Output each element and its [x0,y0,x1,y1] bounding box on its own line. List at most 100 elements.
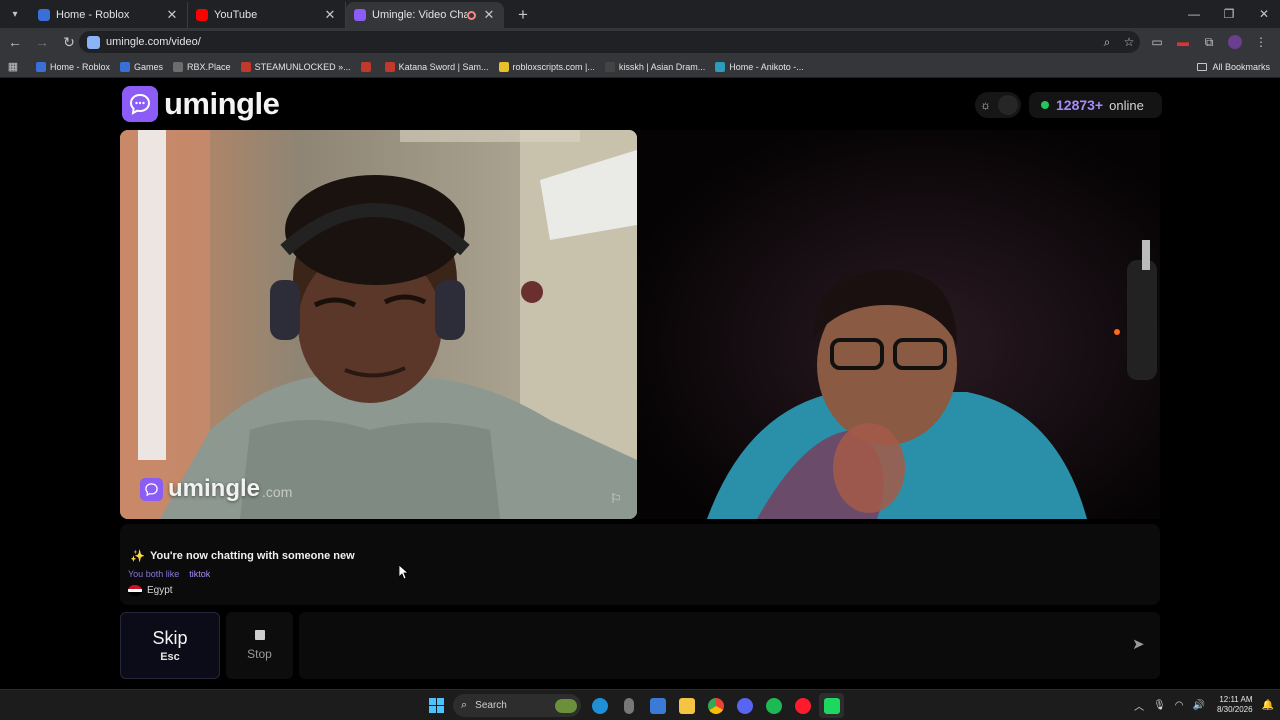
edge-app-icon[interactable] [587,693,612,718]
umingle-watermark: umingle .com [140,475,292,503]
tab-youtube[interactable]: YouTube ✕ [188,2,346,28]
more-menu-icon[interactable]: ⋮ [1248,35,1274,49]
shared-interest-label: You both like [128,569,180,579]
spotify-app-icon[interactable] [761,693,786,718]
stop-label: Stop [247,647,272,661]
bookmark-item[interactable]: Katana Sword | Sam... [384,61,489,72]
bookmarks-bar: ▦ Home - Roblox Games RBX.Place STEAMUNL… [0,56,1280,78]
interest-tag: tiktok [189,569,211,579]
tab-title: Umingle: Video Chat with S [372,9,467,21]
skip-button[interactable]: Skip Esc [120,612,220,679]
shared-interests: You both like tiktok [128,569,210,579]
toolbar-actions: ▭ ▬ ⧉ ⋮ [1144,31,1274,53]
bookmark-item[interactable]: Home - Anikoto -... [715,61,804,72]
stop-icon [254,630,265,640]
bookmark-item[interactable]: kisskh | Asian Dram... [604,61,705,72]
tab-search-button[interactable]: ▾ [4,3,26,25]
bookmark-item[interactable]: robloxscripts.com |... [498,61,595,72]
forward-arrow-icon[interactable]: → [30,30,54,54]
url-text[interactable]: umingle.com/video/ [106,36,1096,48]
tab-roblox[interactable]: Home - Roblox ✕ [30,2,188,28]
site-logo[interactable]: umingle [122,86,280,122]
bookmark-item[interactable]: Home - Roblox [36,61,110,72]
file-explorer-icon[interactable] [674,693,699,718]
microphone-icon[interactable]: 🎙 [1153,700,1166,711]
folder-icon [1197,63,1208,71]
mouse-cursor-icon [399,565,409,579]
tab-umingle[interactable]: Umingle: Video Chat with S ✕ [346,2,504,28]
chrome-app-icon[interactable] [703,693,728,718]
stranger-video: umingle .com ⚐ [120,130,637,519]
logo-text: umingle [164,86,280,121]
bookmark-item[interactable] [360,61,375,72]
taskbar-apps: ⌕ Search [424,693,848,718]
self-video-frame [637,130,1160,519]
search-highlight-icon [555,698,577,713]
restore-icon[interactable]: ❐ [1213,0,1245,28]
search-icon: ⌕ [461,699,468,711]
chevron-up-icon[interactable]: ︿ [1134,698,1144,713]
sparkles-icon: ✨ [130,549,145,563]
close-tab-icon[interactable]: ✕ [482,7,496,23]
report-flag-icon[interactable]: ⚐ [610,491,626,507]
zoom-icon[interactable]: ⌕ [1096,35,1118,50]
system-message-text: You're now chatting with someone new [149,550,355,562]
taskbar-search[interactable]: ⌕ Search [453,694,581,717]
all-bookmarks-button[interactable]: All Bookmarks [1197,56,1270,78]
stranger-video-frame [120,130,637,519]
browser-toolbar: ← → ↻ umingle.com/video/ ⌕ ☆ ▭ ▬ ⧉ ⋮ [0,28,1280,56]
new-tab-button[interactable]: + [512,4,534,26]
skip-shortcut: Esc [160,651,180,663]
umingle-page: umingle ☼ 12873+ online umingle .com ⚐ ✨… [0,78,1280,689]
online-counter: 12873+ online [1029,92,1162,118]
bookmark-item[interactable]: STEAMUNLOCKED »... [240,61,351,72]
system-tray: ︿ 🎙 ◠ 🔊 12:11 AM 8/30/2026 🔔 [1125,690,1274,720]
bookmark-star-icon[interactable]: ☆ [1118,35,1140,49]
extension-icon[interactable]: ▭ [1144,35,1170,49]
wifi-icon[interactable]: ◠ [1175,700,1184,711]
bookmark-item[interactable]: RBX.Place [173,61,231,72]
site-info-icon[interactable] [87,35,100,49]
extension-red-icon[interactable]: ▬ [1170,35,1196,49]
close-tab-icon[interactable]: ✕ [323,7,337,23]
tab-strip: ▾ Home - Roblox ✕ YouTube ✕ Umingle: Vid… [0,0,1280,28]
clock-time: 12:11 AM [1219,695,1253,704]
window-controls: — ❐ ✕ [1175,0,1280,28]
photos-app-icon[interactable] [645,693,670,718]
bookmark-item[interactable]: Games [120,61,163,72]
stop-button[interactable]: Stop [226,612,293,679]
notification-bell-icon[interactable]: 🔔 [1262,700,1274,711]
clock[interactable]: 12:11 AM 8/30/2026 [1217,695,1253,715]
theme-toggle[interactable]: ☼ [975,92,1021,118]
clock-date: 8/30/2026 [1216,705,1253,714]
message-input[interactable] [311,630,1111,660]
close-window-icon[interactable]: ✕ [1248,0,1280,28]
close-tab-icon[interactable]: ✕ [165,7,179,23]
opera-app-icon[interactable] [790,693,815,718]
address-bar[interactable]: umingle.com/video/ ⌕ ☆ [79,31,1140,53]
online-label: online [1109,97,1144,113]
country-name: Egypt [147,585,173,596]
extensions-puzzle-icon[interactable]: ⧉ [1196,35,1222,50]
watermark-text: umingle [168,475,261,502]
discord-app-icon[interactable] [732,693,757,718]
volume-icon[interactable]: 🔊 [1193,700,1205,711]
profile-avatar[interactable] [1222,35,1248,49]
message-composer: ➤ [299,612,1160,679]
send-icon[interactable]: ➤ [1132,635,1152,655]
minimize-icon[interactable]: — [1178,0,1210,28]
back-arrow-icon[interactable]: ← [3,30,27,54]
online-count: 12873+ [1056,97,1104,113]
reload-icon[interactable]: ↻ [57,30,81,54]
stranger-country: Egypt [128,585,173,596]
youtube-favicon-icon [196,9,208,21]
skip-label: Skip [152,628,188,648]
start-button[interactable] [424,693,449,718]
recorder-app-icon[interactable] [819,693,844,718]
tab-title: YouTube [214,9,258,21]
mouse-app-icon[interactable] [616,693,641,718]
windows-logo-icon [429,698,444,713]
online-status-dot [1041,101,1049,109]
apps-grid-icon[interactable]: ▦ [0,60,26,73]
watermark-domain: .com [262,484,293,500]
